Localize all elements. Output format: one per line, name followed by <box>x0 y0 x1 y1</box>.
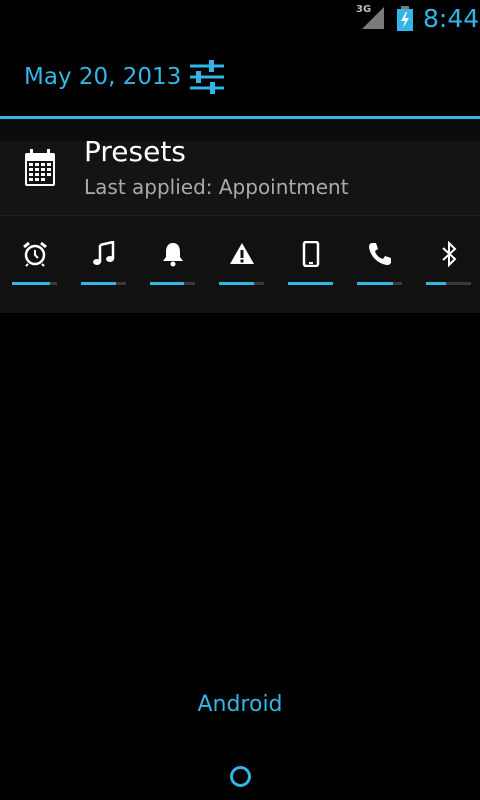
volume-notification[interactable] <box>207 216 276 313</box>
sliders-icon <box>190 60 224 94</box>
clock: 8:44 <box>423 4 480 33</box>
alarm-clock-icon <box>22 241 47 267</box>
drag-handle[interactable] <box>230 766 251 787</box>
level-track <box>150 282 195 285</box>
level-fill <box>150 282 184 285</box>
warning-icon <box>229 243 254 264</box>
volume-alarm[interactable] <box>0 216 69 313</box>
level-fill <box>357 282 393 285</box>
level-track <box>219 282 264 285</box>
panel-spacer <box>0 119 480 141</box>
volume-music[interactable] <box>69 216 138 313</box>
level-track <box>81 282 126 285</box>
volume-call[interactable] <box>345 216 414 313</box>
level-fill <box>288 282 333 285</box>
preset-title: Presets <box>84 135 186 168</box>
status-bar: 3G 8:44 <box>0 0 480 38</box>
preset-subtitle: Last applied: Appointment <box>84 175 349 199</box>
carrier-label: Android <box>197 692 283 717</box>
battery-charging-icon <box>397 6 413 31</box>
phone-device-icon <box>302 240 319 268</box>
level-fill <box>219 282 255 285</box>
bluetooth-icon <box>441 240 456 268</box>
level-fill <box>426 282 447 285</box>
notification-panel: Presets Last applied: Appointment <box>0 119 480 313</box>
date-label: May 20, 2013 <box>24 64 182 90</box>
music-note-icon <box>92 240 114 265</box>
calendar-icon <box>25 149 55 186</box>
volume-bluetooth[interactable] <box>414 216 480 313</box>
level-track <box>288 282 333 285</box>
volume-ringer[interactable] <box>138 216 207 313</box>
bell-icon <box>162 243 183 267</box>
quick-settings-button[interactable] <box>188 60 226 94</box>
level-track <box>12 282 57 285</box>
notification-header: May 20, 2013 <box>0 38 480 116</box>
preset-notification[interactable]: Presets Last applied: Appointment <box>0 135 480 215</box>
level-track <box>357 282 402 285</box>
level-fill <box>81 282 117 285</box>
volume-levels <box>0 216 480 313</box>
level-fill <box>12 282 51 285</box>
level-track <box>426 282 471 285</box>
volume-system[interactable] <box>276 216 345 313</box>
signal-icon <box>362 7 384 29</box>
phone-handset-icon <box>368 243 391 265</box>
